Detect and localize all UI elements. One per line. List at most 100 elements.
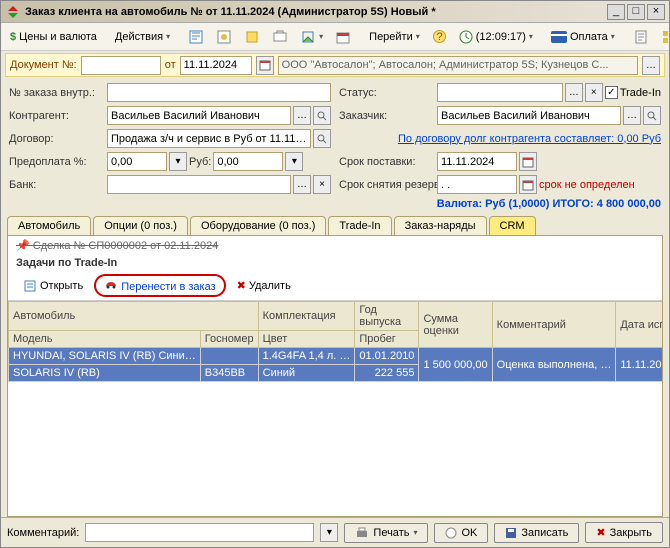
comment-expand-button[interactable]: ▾: [320, 523, 338, 542]
open-task-button[interactable]: Открыть: [16, 276, 90, 296]
debt-link[interactable]: По договору долг контрагента составляет:…: [398, 133, 661, 145]
magnifier-icon: [317, 134, 327, 144]
comment-input[interactable]: [85, 523, 314, 542]
dogovor-input[interactable]: Продажа з/ч и сервис в Руб от 11.11…: [107, 129, 311, 148]
toolbar-icon-8[interactable]: [656, 26, 670, 48]
maximize-button[interactable]: □: [627, 4, 645, 20]
deal-link[interactable]: 📌 Сделка № СП0000002 от 02.11.2024: [8, 236, 662, 255]
prepay-rub-input[interactable]: 0,00: [213, 152, 283, 171]
col-model[interactable]: Модель: [9, 331, 201, 348]
tab-options[interactable]: Опции (0 поз.): [93, 216, 188, 235]
order-no-input[interactable]: [107, 83, 331, 102]
rub-label: Руб:: [189, 156, 211, 168]
bank-input[interactable]: [107, 175, 291, 194]
status-pick-button[interactable]: …: [565, 83, 583, 102]
doc-number-input[interactable]: [81, 56, 161, 75]
bank-clear-button[interactable]: ×: [313, 175, 331, 194]
delivery-date-input[interactable]: 11.11.2024: [437, 152, 517, 171]
goto-dropdown[interactable]: Перейти▾: [364, 28, 425, 46]
comment-label: Комментарий:: [7, 527, 79, 539]
org-more-button[interactable]: …: [642, 56, 660, 75]
col-auto[interactable]: Автомобиль: [9, 302, 259, 331]
ok-button[interactable]: OK: [434, 523, 488, 543]
toolbar-icon-3[interactable]: [239, 26, 265, 48]
toolbar-icon-4[interactable]: [267, 26, 293, 48]
close-button[interactable]: ✖ Закрыть: [585, 522, 663, 543]
prepay-label: Предоплата %:: [9, 156, 99, 168]
bank-label: Банк:: [9, 179, 99, 191]
tasks-header: Задачи по Trade-In: [8, 255, 662, 271]
col-sum[interactable]: Сумма оценки: [419, 302, 492, 348]
move-to-order-button[interactable]: Перенести в заказ: [94, 274, 225, 297]
dogovor-open-button[interactable]: [313, 129, 331, 148]
dollar-icon: $: [10, 31, 16, 43]
col-year[interactable]: Год выпуска: [355, 302, 419, 331]
col-comment[interactable]: Комментарий: [492, 302, 616, 348]
form-area: № заказа внутр.: Статус: … × ✓ Trade-In …: [1, 79, 669, 198]
contragent-pick-button[interactable]: …: [293, 106, 311, 125]
toolbar-icon-1[interactable]: [183, 26, 209, 48]
crm-tab-body: 📌 Сделка № СП0000002 от 02.11.2024 Задач…: [7, 235, 663, 517]
status-clear-button[interactable]: ×: [585, 83, 603, 102]
contragent-label: Контрагент:: [9, 110, 99, 122]
doc-date-input[interactable]: 11.11.2024: [180, 56, 252, 75]
contragent-input[interactable]: Васильев Василий Иванович: [107, 106, 291, 125]
prepay-pct-spin[interactable]: ▾: [169, 152, 187, 171]
toolbar-icon-2[interactable]: [211, 26, 237, 48]
col-gos[interactable]: Госномер: [200, 331, 258, 348]
col-date[interactable]: Дата исполнения: [616, 302, 662, 348]
magnifier-icon: [647, 111, 657, 121]
print-button[interactable]: Печать▾: [344, 523, 428, 543]
save-button[interactable]: Записать: [494, 523, 579, 543]
clock-display[interactable]: (12:09:17)▾: [454, 27, 538, 47]
customer-input[interactable]: Васильев Василий Иванович: [437, 106, 621, 125]
prepay-pct-input[interactable]: 0,00: [107, 152, 167, 171]
window-title: Заказ клиента на автомобиль № от 11.11.2…: [25, 6, 607, 18]
customer-label: Заказчик:: [339, 110, 429, 122]
tab-crm[interactable]: CRM: [489, 216, 536, 235]
delivery-label: Срок поставки:: [339, 156, 429, 168]
contragent-open-button[interactable]: [313, 106, 331, 125]
delete-task-button[interactable]: ✖ Удалить: [230, 276, 298, 295]
tab-auto[interactable]: Автомобиль: [7, 216, 91, 235]
clock-icon: [459, 30, 473, 44]
magnifier-icon: [317, 111, 327, 121]
prepay-rub-spin[interactable]: ▾: [285, 152, 303, 171]
tab-orders[interactable]: Заказ-наряды: [394, 216, 487, 235]
bank-pick-button[interactable]: …: [293, 175, 311, 194]
tradein-checkbox[interactable]: ✓: [605, 86, 618, 99]
calendar-button[interactable]: [256, 56, 274, 75]
order-no-label: № заказа внутр.:: [9, 87, 99, 99]
toolbar-icon-5[interactable]: ▾: [295, 26, 328, 48]
car-icon: [104, 278, 118, 290]
minimize-button[interactable]: _: [607, 4, 625, 20]
toolbar-icon-6[interactable]: [330, 26, 356, 48]
customer-pick-button[interactable]: …: [623, 106, 641, 125]
delivery-calendar-button[interactable]: [519, 152, 537, 171]
delete-icon: ✖: [237, 279, 246, 292]
tab-tradein[interactable]: Trade-In: [328, 216, 391, 235]
card-icon: [551, 31, 567, 43]
prices-button[interactable]: $ Цены и валюта: [5, 28, 102, 46]
customer-open-button[interactable]: [643, 106, 661, 125]
reserve-calendar-button[interactable]: [519, 175, 537, 194]
close-window-button[interactable]: ×: [647, 4, 665, 20]
tasks-grid[interactable]: Автомобиль Комплектация Год выпуска Сумм…: [8, 300, 662, 516]
pay-button[interactable]: Оплата▾: [546, 28, 620, 46]
titlebar: Заказ клиента на автомобиль № от 11.11.2…: [1, 1, 669, 23]
status-input[interactable]: [437, 83, 563, 102]
col-mileage[interactable]: Пробег: [355, 331, 419, 348]
app-icon: [5, 4, 21, 20]
open-icon: [23, 279, 37, 293]
reserve-date-input[interactable]: . .: [437, 175, 517, 194]
tab-equipment[interactable]: Оборудование (0 поз.): [190, 216, 326, 235]
col-color[interactable]: Цвет: [258, 331, 355, 348]
toolbar-icon-7[interactable]: [628, 26, 654, 48]
table-row[interactable]: HYUNDAI, SOLARIS IV (RB) Сини… 1.4G4FA 1…: [9, 348, 663, 365]
col-kompl[interactable]: Комплектация: [258, 302, 355, 331]
actions-dropdown[interactable]: Действия▾: [110, 28, 175, 46]
status-label: Статус:: [339, 87, 429, 99]
help-icon[interactable]: ?: [427, 26, 452, 47]
svg-text:?: ?: [436, 31, 442, 43]
printer-icon: [355, 527, 369, 539]
